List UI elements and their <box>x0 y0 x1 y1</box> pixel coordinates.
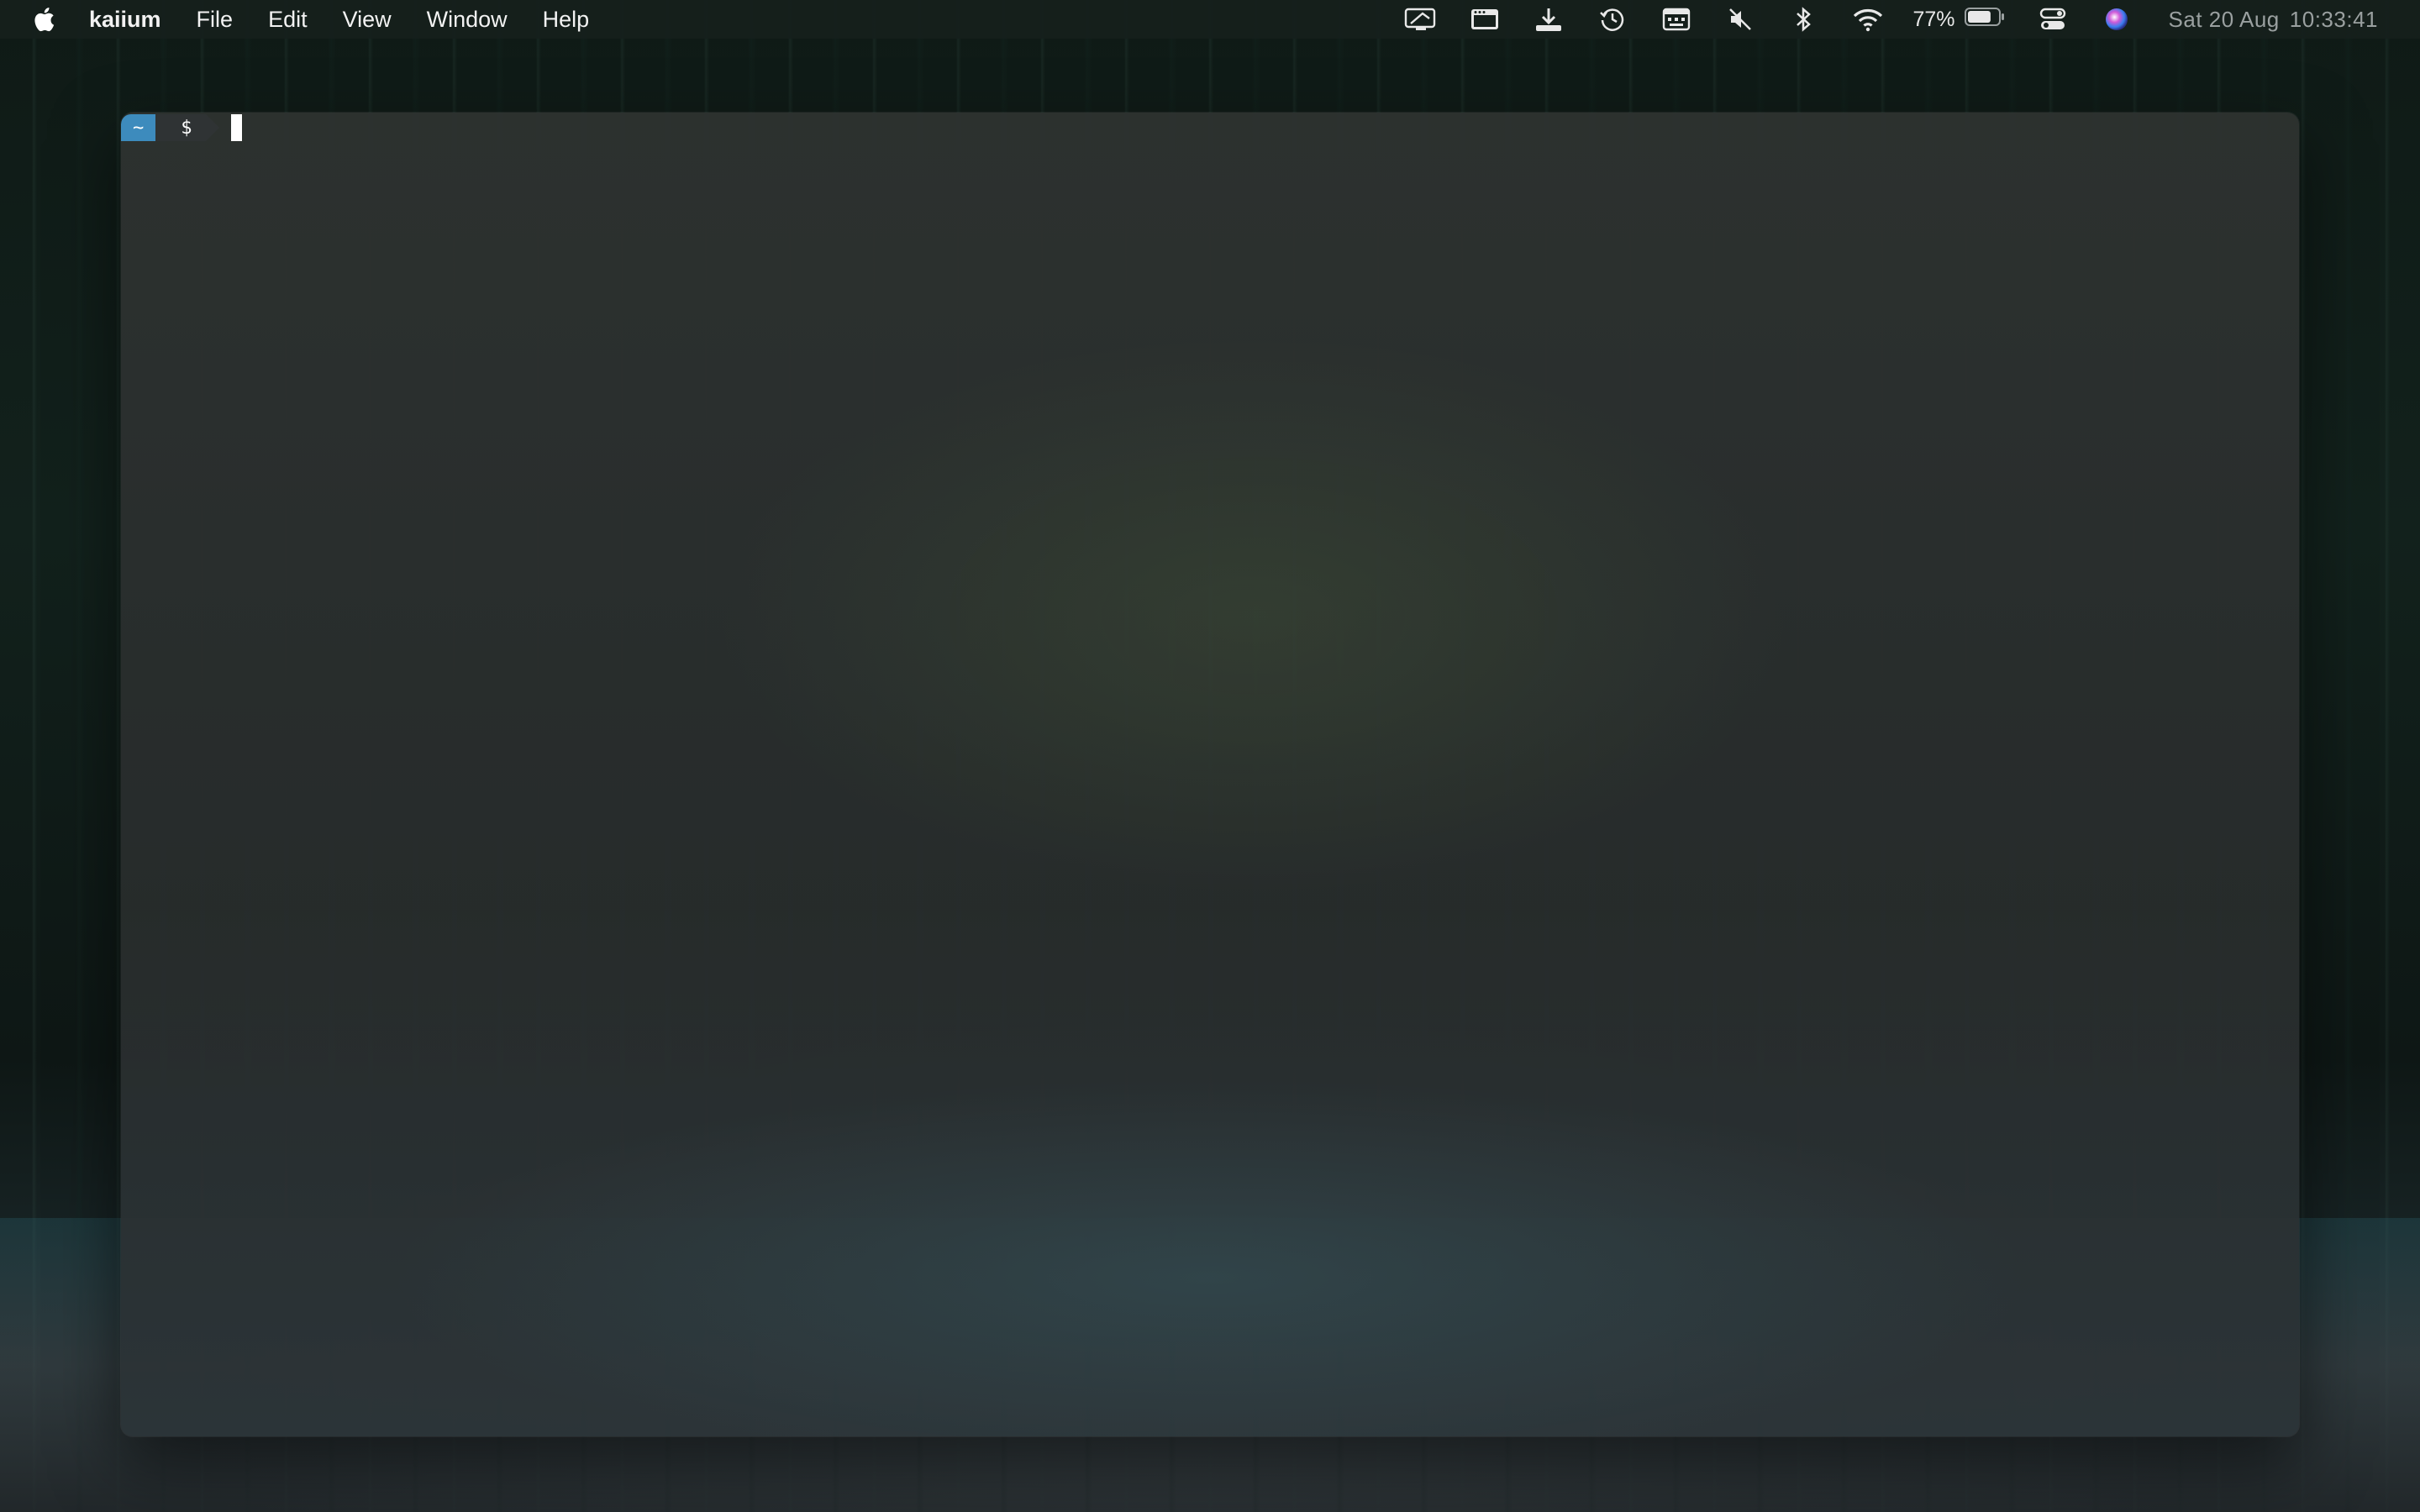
menu-bar-clock[interactable]: Sat 20 Aug 10:33:41 <box>2169 7 2388 33</box>
menu-window[interactable]: Window <box>427 7 508 33</box>
menu-view[interactable]: View <box>343 7 392 33</box>
wifi-icon[interactable] <box>1851 3 1885 36</box>
menu-bar-extras: 77% Sat 20 Aug 10:33:41 <box>1374 0 2420 39</box>
control-center-icon[interactable] <box>2036 3 2070 36</box>
keyboard-viewer-icon[interactable] <box>1660 3 1693 36</box>
window-icon[interactable] <box>1468 3 1502 36</box>
prompt-symbol: $ <box>181 117 192 139</box>
prompt-symbol-segment: $ <box>155 114 219 141</box>
menu-edit[interactable]: Edit <box>268 7 308 33</box>
bluetooth-icon[interactable] <box>1787 3 1821 36</box>
clock-time: 10:33:41 <box>2289 6 2378 32</box>
download-icon[interactable] <box>1532 3 1565 36</box>
shell-prompt: ~ $ <box>121 113 242 143</box>
terminal-window[interactable]: ~ $ <box>121 113 2299 1436</box>
time-machine-icon[interactable] <box>1596 3 1629 36</box>
menu-bar-left: kaiium File Edit View Window Help <box>0 0 624 39</box>
screen-share-icon[interactable] <box>1404 3 1438 36</box>
menu-help[interactable]: Help <box>543 7 590 33</box>
text-cursor <box>230 114 242 141</box>
sound-muted-icon[interactable] <box>1723 3 1757 36</box>
menu-file[interactable]: File <box>197 7 234 33</box>
clock-date: Sat 20 Aug <box>2168 6 2280 32</box>
menu-app-name[interactable]: kaiium <box>89 7 161 33</box>
battery-percentage: 77% <box>1912 7 1955 31</box>
prompt-directory: ~ <box>133 117 145 139</box>
apple-menu-icon[interactable] <box>32 6 55 33</box>
prompt-directory-segment: ~ <box>121 114 170 141</box>
battery-icon[interactable] <box>1964 6 2006 34</box>
siri-icon[interactable] <box>2100 3 2133 36</box>
menu-bar: kaiium File Edit View Window Help 77% Sa… <box>0 0 2420 39</box>
